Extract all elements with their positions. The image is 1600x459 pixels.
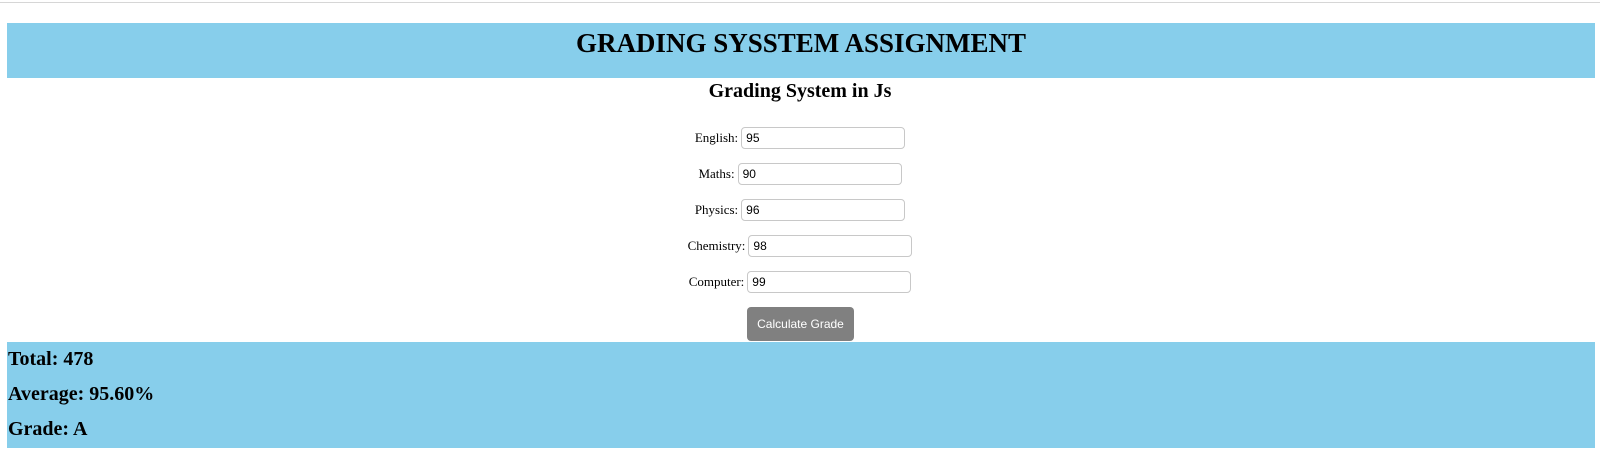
physics-row: Physics:: [0, 196, 1600, 224]
physics-label: Physics:: [694, 202, 739, 217]
chemistry-input[interactable]: [748, 235, 913, 257]
results-panel: Total: 478 Average: 95.60% Grade: A: [7, 342, 1595, 448]
calculate-grade-button[interactable]: Calculate Grade: [747, 307, 854, 341]
page-title: GRADING SYSSTEM ASSIGNMENT: [575, 28, 1027, 58]
total-result: Total: 478: [8, 348, 94, 370]
grade-result: Grade: A: [8, 418, 88, 440]
maths-row: Maths:: [0, 160, 1600, 188]
english-label: English:: [694, 130, 739, 145]
maths-input[interactable]: [737, 163, 902, 185]
english-input[interactable]: [741, 127, 906, 149]
section-subtitle: Grading System in Js: [708, 80, 892, 102]
computer-input[interactable]: [747, 271, 912, 293]
physics-input[interactable]: [741, 199, 906, 221]
computer-label: Computer:: [688, 274, 745, 289]
maths-label: Maths:: [698, 166, 735, 181]
computer-row: Computer:: [0, 268, 1600, 296]
chemistry-row: Chemistry:: [0, 232, 1600, 260]
chemistry-label: Chemistry:: [687, 238, 746, 253]
average-result: Average: 95.60%: [8, 383, 155, 405]
header-banner: GRADING SYSSTEM ASSIGNMENT: [7, 23, 1595, 78]
english-row: English:: [0, 124, 1600, 152]
top-divider: [0, 2, 1600, 3]
